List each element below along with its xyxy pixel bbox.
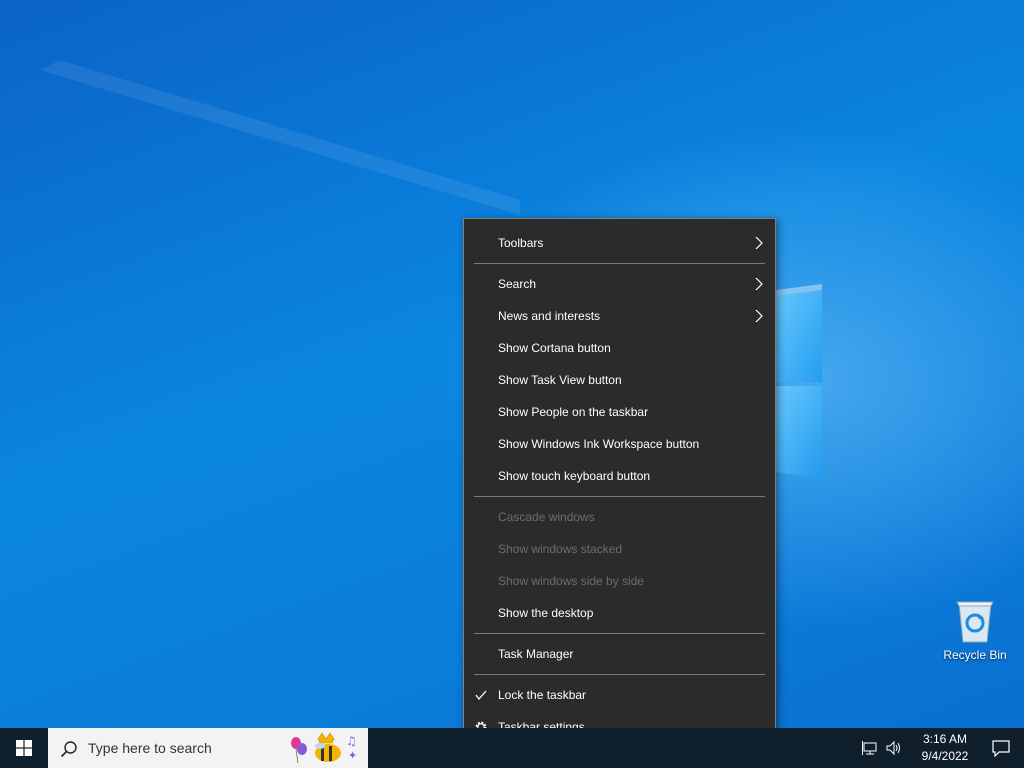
recycle-bin-label: Recycle Bin [943,648,1007,662]
menu-item-label: Show touch keyboard button [498,469,651,483]
windows-logo-icon [16,740,32,756]
menu-separator [474,263,765,264]
menu-item-label: Show windows stacked [498,542,623,556]
menu-item-label: Lock the taskbar [498,688,587,702]
menu-item-label: News and interests [498,309,601,323]
search-highlight-image[interactable]: ♫ ✦ [288,729,364,767]
system-tray: 3:16 AM 9/4/2022 [854,728,1024,768]
taskbar[interactable]: Type here to search ♫ ✦ 3:16 AM 9/4/2022 [0,728,1024,768]
menu-item-label: Cascade windows [498,510,595,524]
menu-item-label: Toolbars [498,236,544,250]
menu-item-label: Show People on the taskbar [498,405,649,419]
chevron-right-icon [755,278,763,290]
recycle-bin-shortcut[interactable]: Recycle Bin [938,598,1012,676]
menu-separator [474,496,765,497]
menu-item-cascade-windows: Cascade windows [464,501,775,533]
menu-item-label: Show Task View button [498,373,622,387]
menu-item-show-windows-stacked: Show windows stacked [464,533,775,565]
chevron-right-icon [755,237,763,249]
svg-text:♫: ♫ [346,734,357,748]
clock-time: 3:16 AM [922,732,968,746]
menu-item-show-touch-keyboard[interactable]: Show touch keyboard button [464,460,775,492]
menu-item-task-manager[interactable]: Task Manager [464,638,775,670]
checkmark-icon [475,690,487,701]
menu-item-show-people[interactable]: Show People on the taskbar [464,396,775,428]
search-box[interactable]: Type here to search ♫ ✦ [48,728,368,768]
notification-center-icon[interactable] [992,739,1010,757]
network-icon[interactable] [862,740,878,756]
menu-item-search[interactable]: Search [464,268,775,300]
svg-text:✦: ✦ [348,749,357,762]
menu-item-label: Show windows side by side [498,574,645,588]
menu-separator [474,633,765,634]
menu-item-show-the-desktop[interactable]: Show the desktop [464,597,775,629]
menu-item-toolbars[interactable]: Toolbars [464,227,775,259]
chevron-right-icon [755,310,763,322]
start-button[interactable] [0,728,48,768]
volume-icon[interactable] [886,740,902,756]
clock[interactable]: 3:16 AM 9/4/2022 [910,731,980,765]
menu-item-show-task-view-button[interactable]: Show Task View button [464,364,775,396]
menu-item-show-windows-side-by-side: Show windows side by side [464,565,775,597]
menu-item-lock-the-taskbar[interactable]: Lock the taskbar [464,679,775,711]
menu-item-news-and-interests[interactable]: News and interests [464,300,775,332]
search-icon [60,741,77,758]
clock-date: 9/4/2022 [921,749,969,763]
menu-item-label: Show Cortana button [498,341,611,355]
menu-item-label: Task Manager [498,647,574,661]
menu-separator [474,674,765,675]
menu-item-label: Show the desktop [498,606,594,620]
menu-item-label: Search [498,277,537,291]
search-placeholder: Type here to search [88,740,212,756]
recycle-bin-icon [956,601,994,643]
menu-item-show-ink-workspace[interactable]: Show Windows Ink Workspace button [464,428,775,460]
menu-item-label: Show Windows Ink Workspace button [498,437,700,451]
taskbar-context-menu: Toolbars Search News and interests Show … [463,218,776,752]
menu-item-show-cortana-button[interactable]: Show Cortana button [464,332,775,364]
